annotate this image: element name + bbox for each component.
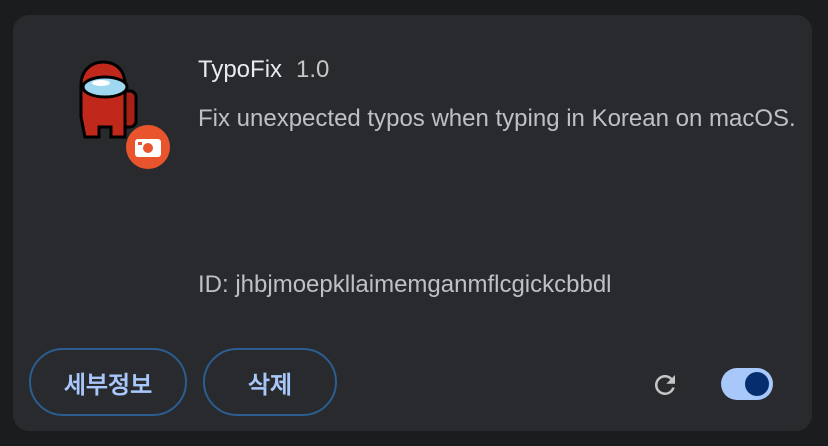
details-button[interactable]: 세부정보: [29, 348, 187, 416]
extension-version: 1.0: [296, 56, 330, 83]
reload-icon: [655, 375, 675, 395]
extension-icon: [63, 57, 173, 169]
reload-button[interactable]: [645, 365, 685, 405]
toggle-knob: [745, 372, 769, 396]
extension-name: TypoFix: [198, 56, 283, 83]
extension-description: Fix unexpected typos when typing in Kore…: [198, 105, 796, 132]
remove-button[interactable]: 삭제: [203, 348, 337, 416]
extension-id: ID: jhbjmoepkllaimemganmflcgickcbbdl: [198, 271, 612, 298]
among-us-crewmate-icon: [79, 60, 170, 169]
enable-toggle[interactable]: [721, 368, 773, 400]
extension-title-row: TypoFix 1.0: [198, 56, 329, 84]
extension-card: TypoFix 1.0 Fix unexpected typos when ty…: [13, 15, 812, 431]
